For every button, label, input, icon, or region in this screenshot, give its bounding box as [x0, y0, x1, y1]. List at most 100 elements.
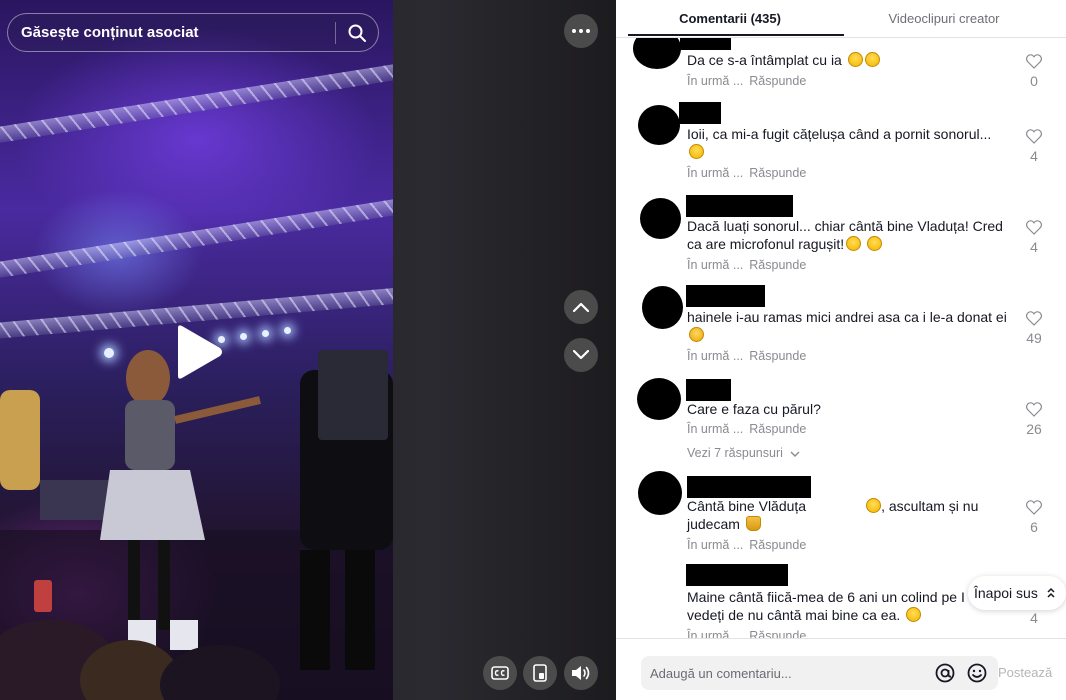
avatar[interactable] [638, 105, 680, 145]
comment-list[interactable]: Da ce s-a întâmplat cu ia În urmă ... Răs… [616, 38, 1066, 638]
heart-outline-icon [1026, 311, 1042, 326]
more-dots-icon [572, 29, 590, 33]
comment-meta: În urmă ... Răspunde [687, 166, 806, 180]
captions-button[interactable] [483, 656, 517, 690]
comment-meta: În urmă ... Răspunde [687, 349, 806, 363]
username-redacted[interactable] [680, 38, 731, 50]
like-button[interactable]: 4 [1018, 220, 1050, 255]
play-icon[interactable] [170, 322, 226, 382]
heart-outline-icon [1026, 500, 1042, 515]
like-count: 0 [1030, 73, 1038, 89]
tab-creator-videos[interactable]: Videoclipuri creator [844, 0, 1044, 38]
like-button[interactable]: 26 [1018, 402, 1050, 437]
floating-player-button[interactable] [523, 656, 557, 690]
avatar[interactable] [642, 286, 683, 329]
like-count: 4 [1030, 610, 1038, 626]
username-redacted[interactable] [679, 102, 721, 124]
emoji-rofl [846, 236, 862, 251]
stage-light [240, 333, 247, 340]
comment-composer: Postează [616, 638, 1066, 700]
heart-outline-icon [1026, 402, 1042, 417]
like-button[interactable]: 49 [1018, 311, 1050, 346]
avatar[interactable] [633, 38, 681, 69]
reply-button[interactable]: Răspunde [749, 629, 806, 638]
more-options-button[interactable] [564, 14, 598, 48]
username-redacted[interactable] [686, 285, 765, 307]
video-frame[interactable] [0, 0, 393, 700]
tab-comments[interactable]: Comentarii (435) [616, 0, 844, 38]
like-count: 4 [1030, 239, 1038, 255]
stage-light [262, 330, 269, 337]
next-video-button[interactable] [564, 338, 598, 372]
username-redacted[interactable] [686, 379, 731, 401]
heart-outline-icon [1026, 220, 1042, 235]
heart-outline-icon [1026, 129, 1042, 144]
chevron-down-icon [573, 350, 589, 360]
stage-scene [0, 350, 393, 700]
reply-button[interactable]: Răspunde [749, 422, 806, 436]
comment-text: Care e faza cu părul? [687, 401, 821, 417]
stage-light [284, 327, 291, 334]
stage-truss [0, 60, 393, 146]
comment-meta: În urmă ... Răspunde [687, 422, 806, 436]
closed-captions-icon [491, 666, 509, 680]
comment-time: În urmă ... [687, 349, 744, 363]
reply-button[interactable]: Răspunde [749, 349, 806, 363]
comment-time: În urmă ... [687, 629, 744, 638]
avatar[interactable] [640, 198, 681, 239]
stage-truss [0, 195, 393, 281]
username-redacted[interactable] [687, 476, 811, 498]
comment-time: În urmă ... [687, 422, 744, 436]
emoji-grimace [689, 144, 704, 159]
back-to-top-button[interactable]: Înapoi sus [968, 576, 1066, 610]
search-icon [348, 24, 366, 42]
like-button[interactable]: 0 [1018, 54, 1050, 89]
reply-button[interactable]: Răspunde [749, 538, 806, 552]
comment-text: Dacă luați sonorul... chiar cântă bine V… [687, 218, 1003, 252]
video-player[interactable] [0, 0, 616, 700]
post-button[interactable]: Postează [998, 665, 1052, 680]
comment-text: Ioii, ca mi-a fugit cățelușa când a porn… [687, 125, 1009, 161]
reply-button[interactable]: Răspunde [749, 74, 806, 88]
comment-box[interactable] [641, 656, 998, 690]
comment-input[interactable] [641, 665, 934, 681]
heart-outline-icon [1026, 54, 1042, 69]
search-button[interactable] [336, 14, 378, 51]
emoji-smile [906, 607, 922, 622]
emoji-icon[interactable] [966, 662, 988, 684]
emoji-joy [864, 52, 880, 67]
at-sign-icon[interactable] [934, 662, 956, 684]
comment-text: hainele i-au ramas mici andrei asa ca i … [687, 308, 1009, 344]
comment-meta: În urmă ... Răspunde [687, 258, 806, 272]
volume-button[interactable] [564, 656, 598, 690]
double-chevron-up-icon [1047, 587, 1055, 598]
emoji-pray [745, 516, 761, 531]
reply-button[interactable]: Răspunde [749, 166, 806, 180]
comment-meta: În urmă ... Răspunde [687, 538, 806, 552]
avatar[interactable] [637, 378, 681, 420]
username-redacted[interactable] [686, 564, 788, 586]
comment-meta: În urmă ... Răspunde [687, 629, 806, 638]
comment-time: În urmă ... [687, 74, 744, 88]
comment-time: În urmă ... [687, 538, 744, 552]
previous-video-button[interactable] [564, 290, 598, 324]
like-count: 6 [1030, 519, 1038, 535]
search-input[interactable] [8, 24, 335, 41]
reply-button[interactable]: Răspunde [749, 258, 806, 272]
chevron-down-icon [790, 451, 800, 457]
emoji-rofl [867, 236, 883, 251]
search-bar[interactable] [7, 13, 379, 52]
like-button[interactable]: 6 [1018, 500, 1050, 535]
like-button[interactable]: 4 [1018, 129, 1050, 164]
like-count: 4 [1030, 148, 1038, 164]
username-redacted[interactable] [686, 195, 793, 217]
like-count: 49 [1026, 330, 1042, 346]
panel-tabs: Comentarii (435) Videoclipuri creator [616, 0, 1066, 38]
comment-time: În urmă ... [687, 258, 744, 272]
active-tab-indicator [628, 34, 844, 36]
volume-icon [572, 666, 590, 680]
comment-text: Cântă bine Vlăduța, ascultam și nu judec… [687, 498, 979, 532]
view-replies-button[interactable]: Vezi 7 răspunsuri [687, 446, 800, 460]
comment-text: Da ce s-a întâmplat cu ia [687, 51, 1009, 69]
avatar[interactable] [638, 471, 682, 515]
